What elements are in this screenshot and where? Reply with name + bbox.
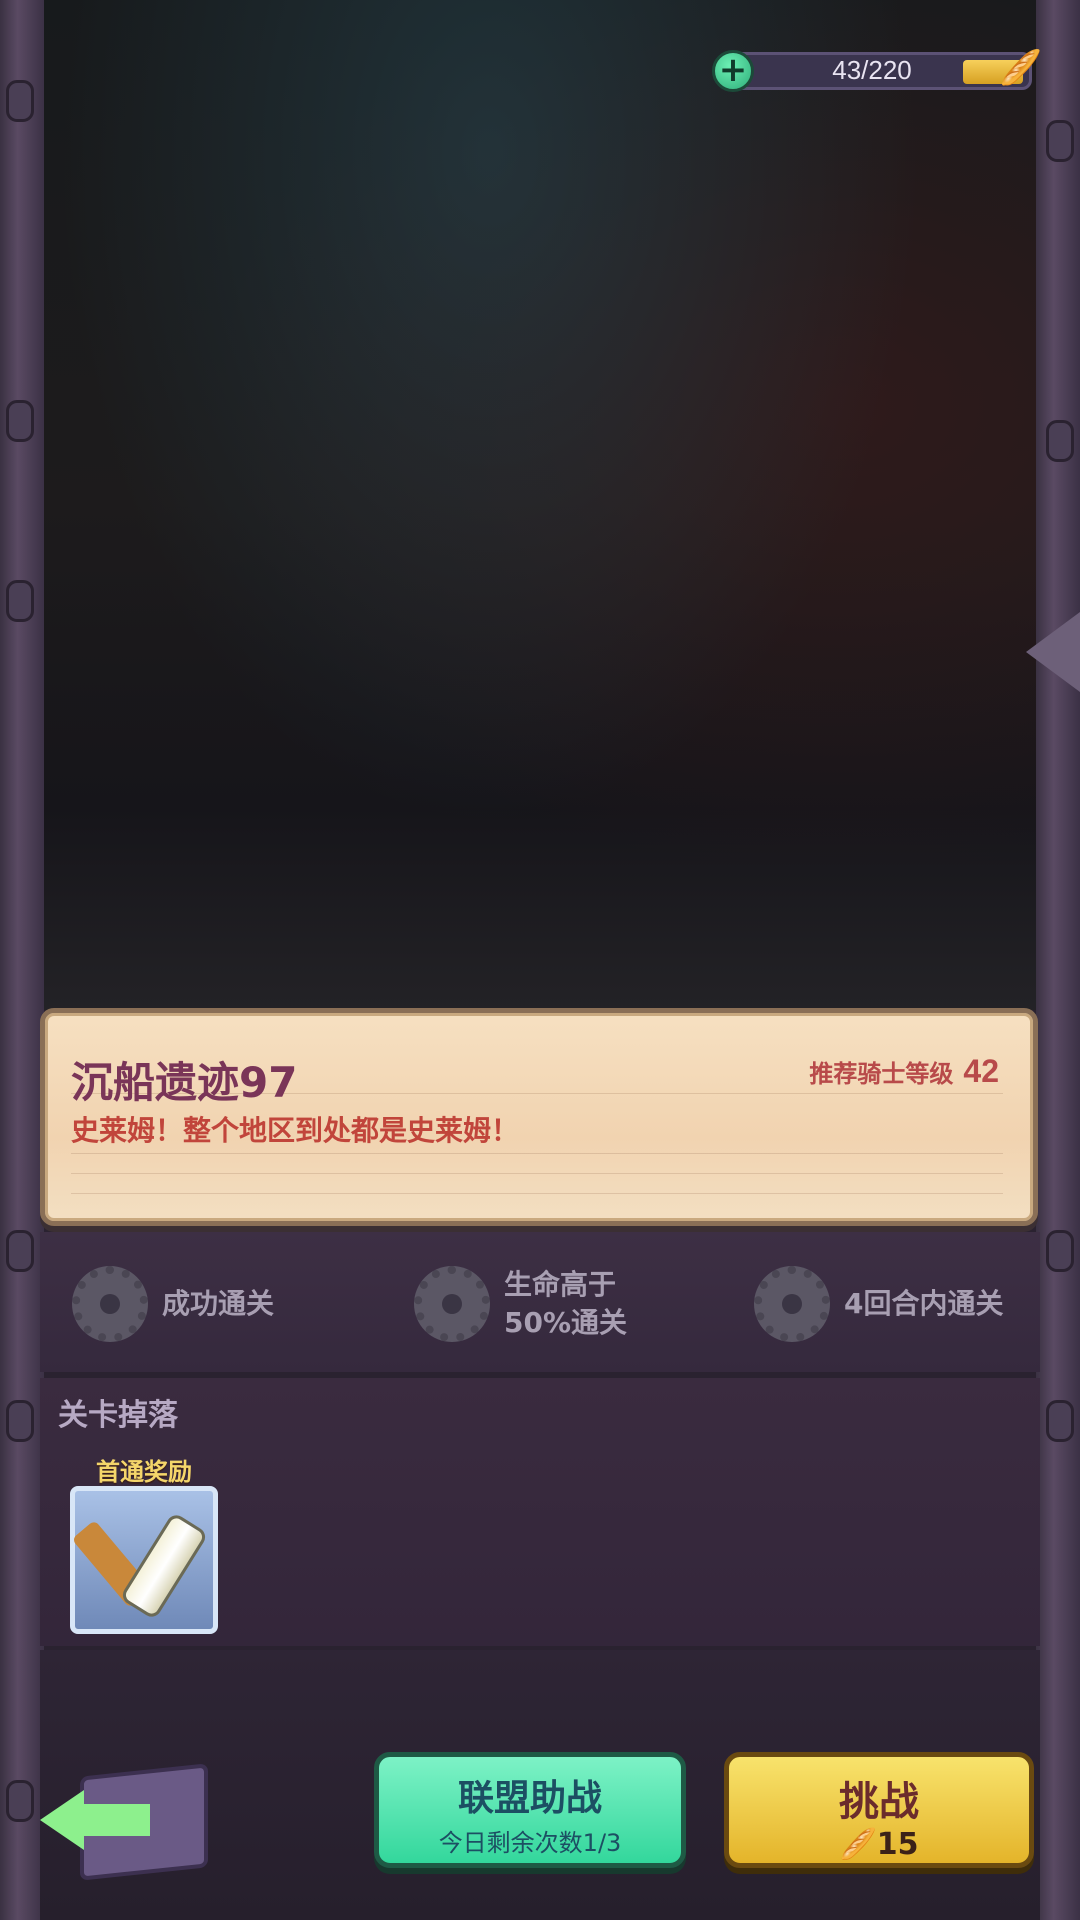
frame-rivet — [1046, 1230, 1074, 1272]
objective-item: 生命高于50%通关 — [414, 1262, 674, 1346]
scroll-line — [71, 1173, 1003, 1174]
scroll-line — [71, 1153, 1003, 1154]
frame-rivet — [6, 1400, 34, 1442]
scroll-line — [71, 1193, 1003, 1194]
energy-count: 43/220 — [832, 55, 912, 85]
challenge-cost-value: 15 — [876, 1827, 919, 1862]
recommended-level-label: 推荐骑士等级 — [809, 1060, 954, 1088]
recommended-level-value: 42 — [963, 1053, 999, 1089]
objective-text: 生命高于50%通关 — [504, 1268, 628, 1339]
objectives-panel: 成功通关 生命高于50%通关 4回合内通关 — [40, 1232, 1040, 1372]
stage-title: 沉船遗迹97 — [71, 1058, 298, 1107]
alliance-assist-remaining: 今日剩余次数1/3 — [438, 1829, 622, 1857]
frame-rivet — [6, 1230, 34, 1272]
alliance-assist-button[interactable]: 联盟助战 今日剩余次数1/3 — [374, 1752, 686, 1868]
stage-drops-panel: 关卡掉落 首通奖励 — [40, 1378, 1040, 1646]
first-clear-reward[interactable]: 首通奖励 — [70, 1452, 218, 1634]
gear-icon — [72, 1266, 148, 1342]
frame-rivet — [6, 80, 34, 122]
bread-icon: 🥖 — [999, 48, 1042, 88]
stage-info-scroll: 沉船遗迹97 推荐骑士等级 42 史莱姆！整个地区到处都是史莱姆！ — [40, 1008, 1038, 1226]
frame-rivet — [1046, 120, 1074, 162]
frame-rivet — [1046, 1400, 1074, 1442]
objective-item: 4回合内通关 — [754, 1262, 1003, 1346]
frame-rivet — [6, 1780, 34, 1822]
back-arrow-shaft — [80, 1804, 150, 1836]
stage-preview-area — [40, 0, 1040, 1010]
challenge-cost: 🥖15 — [729, 1827, 1029, 1862]
objective-text: 4回合内通关 — [844, 1287, 1004, 1320]
gear-icon — [414, 1266, 490, 1342]
plus-icon[interactable]: + — [712, 50, 754, 92]
right-frame — [1036, 0, 1080, 1920]
recommended-level: 推荐骑士等级 42 — [809, 1053, 999, 1090]
energy-bar: + 43/220 🥖 — [712, 48, 1042, 94]
back-button[interactable] — [40, 1760, 230, 1881]
stage-description: 史莱姆！整个地区到处都是史莱姆！ — [71, 1114, 520, 1147]
drops-label: 关卡掉落 — [58, 1398, 178, 1433]
frame-rivet — [6, 400, 34, 442]
back-arrow-icon — [40, 1790, 84, 1850]
next-stage-arrow-icon[interactable] — [1026, 612, 1080, 692]
alliance-assist-label: 联盟助战 — [457, 1778, 602, 1819]
objective-text: 成功通关 — [162, 1287, 275, 1320]
objective-item: 成功通关 — [72, 1262, 274, 1346]
first-clear-tag: 首通奖励 — [96, 1458, 192, 1486]
frame-rivet — [6, 580, 34, 622]
challenge-button[interactable]: 挑战 🥖15 — [724, 1752, 1034, 1868]
left-frame — [0, 0, 44, 1920]
gear-icon — [754, 1266, 830, 1342]
reward-item-card[interactable] — [70, 1486, 218, 1634]
frame-rivet — [1046, 420, 1074, 462]
bread-icon: 🥖 — [839, 1827, 877, 1862]
challenge-label: 挑战 — [839, 1779, 919, 1825]
